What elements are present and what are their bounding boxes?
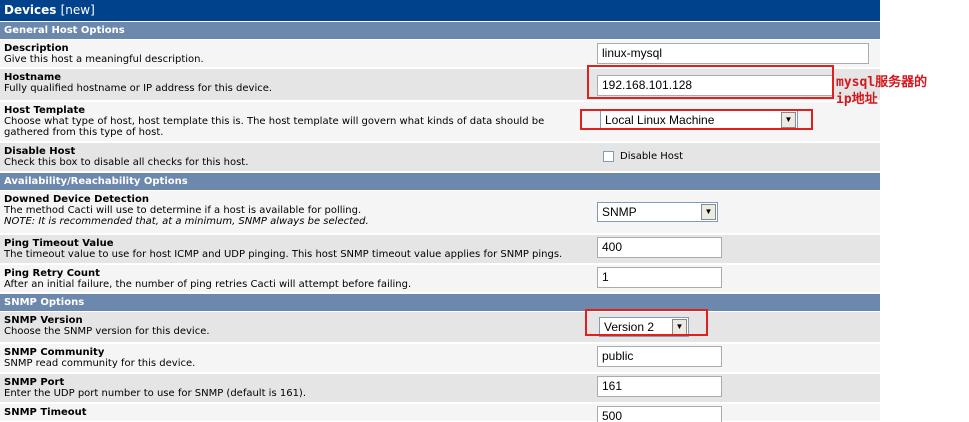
downed-detection-help: The method Cacti will use to determine i… bbox=[4, 205, 362, 216]
host-template-help: Choose what type of host, host template … bbox=[4, 116, 545, 138]
ping-timeout-input[interactable]: 400 bbox=[597, 237, 722, 258]
snmp-community-input[interactable]: public bbox=[597, 346, 722, 367]
description-input[interactable]: linux-mysql bbox=[597, 43, 869, 64]
snmp-port-label: SNMP Port bbox=[4, 377, 65, 388]
highlight-box-hostname bbox=[587, 65, 834, 99]
row-snmp-version: SNMP Version Choose the SNMP version for… bbox=[0, 312, 880, 343]
snmp-timeout-input[interactable]: 500 bbox=[597, 406, 722, 422]
ping-timeout-help: The timeout value to use for host ICMP a… bbox=[4, 249, 563, 260]
section-header-snmp: SNMP Options bbox=[0, 294, 880, 311]
disable-host-checkbox-group[interactable]: Disable Host bbox=[603, 151, 683, 162]
host-template-label: Host Template bbox=[4, 105, 86, 116]
page-title: Devices bbox=[4, 3, 57, 17]
snmp-timeout-label: SNMP Timeout bbox=[4, 407, 87, 418]
disable-host-label: Disable Host bbox=[4, 146, 76, 157]
downed-detection-note: NOTE: It is recommended that, at a minim… bbox=[4, 216, 369, 227]
row-snmp-port: SNMP Port Enter the UDP port number to u… bbox=[0, 374, 880, 403]
row-ping-timeout: Ping Timeout Value The timeout value to … bbox=[0, 235, 880, 264]
downed-detection-label: Downed Device Detection bbox=[4, 194, 149, 205]
annotation-line-2: ip地址 bbox=[836, 92, 878, 107]
page-title-bar: Devices [new] bbox=[0, 0, 880, 21]
annotation-note: mysql服务器的 ip地址 bbox=[836, 74, 927, 108]
ping-timeout-label: Ping Timeout Value bbox=[4, 238, 114, 249]
section-header-availability: Availability/Reachability Options bbox=[0, 173, 880, 190]
downed-detection-selected: SNMP bbox=[602, 205, 637, 219]
annotation-line-1: mysql服务器的 bbox=[836, 75, 928, 90]
hostname-help: Fully qualified hostname or IP address f… bbox=[4, 83, 273, 94]
highlight-box-host-template bbox=[580, 109, 813, 130]
section-header-general: General Host Options bbox=[0, 22, 880, 39]
row-disable-host: Disable Host Check this box to disable a… bbox=[0, 143, 880, 172]
disable-host-checkbox-label: Disable Host bbox=[620, 151, 684, 162]
description-help: Give this host a meaningful description. bbox=[4, 54, 204, 65]
ping-retry-help: After an initial failure, the number of … bbox=[4, 279, 412, 290]
snmp-community-help: SNMP read community for this device. bbox=[4, 358, 196, 369]
device-form-panel: Devices [new] General Host Options Descr… bbox=[0, 0, 880, 422]
downed-detection-select[interactable]: SNMP ▼ bbox=[597, 202, 718, 222]
ping-retry-label: Ping Retry Count bbox=[4, 268, 100, 279]
description-label: Description bbox=[4, 43, 69, 54]
snmp-port-help: Enter the UDP port number to use for SNM… bbox=[4, 388, 307, 399]
row-ping-retry: Ping Retry Count After an initial failur… bbox=[0, 265, 880, 293]
highlight-box-snmp-version bbox=[585, 309, 708, 336]
row-snmp-community: SNMP Community SNMP read community for t… bbox=[0, 344, 880, 373]
snmp-port-input[interactable]: 161 bbox=[597, 376, 722, 397]
dropdown-arrow-icon[interactable]: ▼ bbox=[701, 204, 716, 220]
hostname-label: Hostname bbox=[4, 72, 62, 83]
snmp-community-label: SNMP Community bbox=[4, 347, 105, 358]
row-snmp-timeout: SNMP Timeout 500 bbox=[0, 404, 880, 422]
page-title-suffix: [new] bbox=[60, 3, 95, 17]
disable-host-help: Check this box to disable all checks for… bbox=[4, 157, 249, 168]
row-downed-detection: Downed Device Detection The method Cacti… bbox=[0, 191, 880, 234]
disable-host-checkbox[interactable] bbox=[603, 151, 614, 162]
snmp-version-label: SNMP Version bbox=[4, 315, 83, 326]
ping-retry-input[interactable]: 1 bbox=[597, 267, 722, 288]
row-description: Description Give this host a meaningful … bbox=[0, 40, 880, 68]
snmp-version-help: Choose the SNMP version for this device. bbox=[4, 326, 210, 337]
